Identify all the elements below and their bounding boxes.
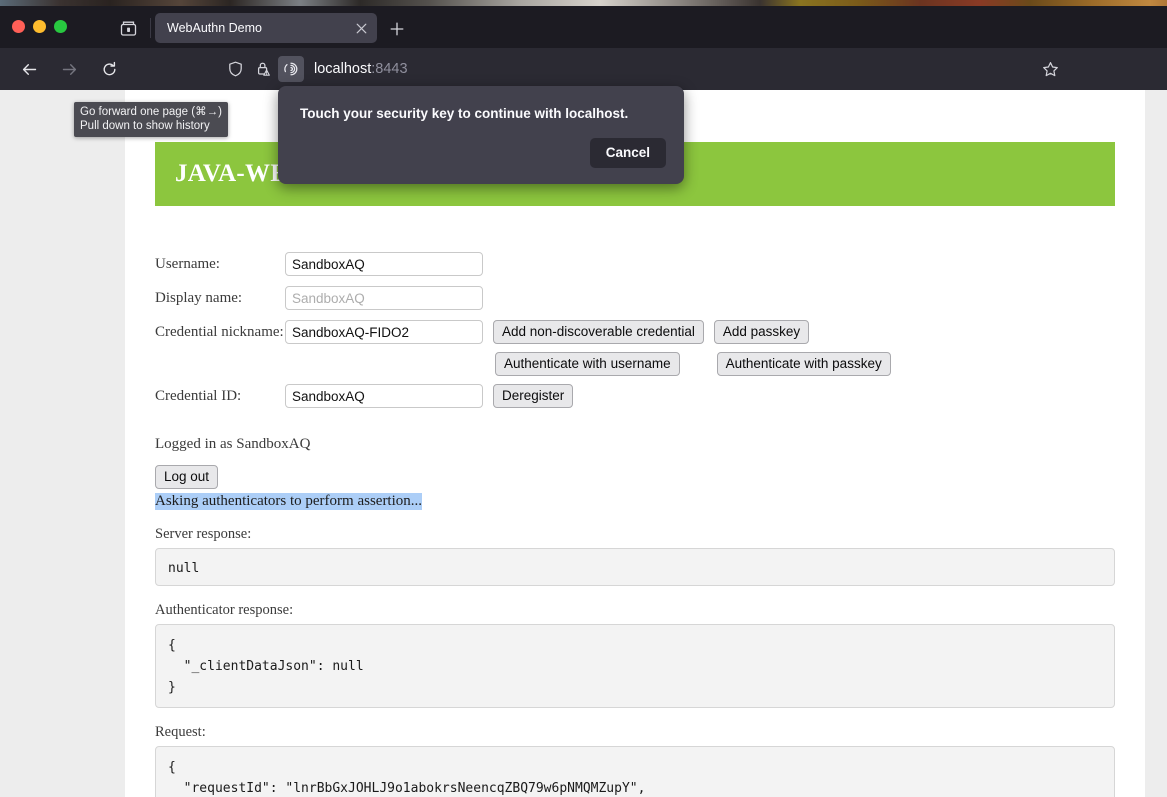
tooltip-line-2: Pull down to show history — [80, 120, 210, 132]
close-icon[interactable] — [351, 18, 371, 38]
star-icon — [1042, 61, 1059, 78]
username-input[interactable] — [285, 252, 483, 276]
reload-button[interactable] — [94, 54, 124, 84]
add-passkey-button[interactable]: Add passkey — [713, 320, 810, 344]
username-label: Username: — [155, 255, 220, 272]
firefox-view-icon — [120, 20, 137, 37]
credential-id-label: Credential ID: — [155, 387, 242, 404]
shield-icon[interactable] — [222, 56, 248, 82]
request-label: Request: — [155, 724, 206, 740]
fingerprint-icon[interactable] — [278, 56, 304, 82]
authenticate-with-passkey-button[interactable]: Authenticate with passkey — [716, 352, 891, 376]
credential-nickname-label: Credential nickname: — [155, 323, 284, 340]
display-name-label: Display name: — [155, 289, 243, 306]
status-message: Asking authenticators to perform asserti… — [155, 493, 423, 510]
window-traffic-lights — [12, 20, 67, 33]
add-non-discoverable-credential-button[interactable]: Add non-discoverable credential — [493, 320, 704, 344]
form-row-display-name: Display name: — [155, 284, 1115, 312]
url-bar[interactable]: localhost:8443 — [222, 54, 922, 84]
tab-webauthn-demo[interactable]: WebAuthn Demo — [155, 13, 377, 43]
bookmark-star-button[interactable] — [1037, 56, 1063, 82]
window-maximize-button[interactable] — [54, 20, 67, 33]
tab-strip: WebAuthn Demo — [0, 6, 1167, 48]
window-close-button[interactable] — [12, 20, 25, 33]
credential-form: Username: Display name: Credential nickn… — [155, 250, 1115, 797]
tab-title: WebAuthn Demo — [167, 21, 262, 35]
authenticator-response-box: { "_clientDataJson": null } — [155, 624, 1115, 708]
page-content: JAVA-WEBAUTHN-SERVER Username: Display n… — [125, 90, 1145, 797]
firefox-view-button[interactable] — [113, 15, 143, 41]
url-port: :8443 — [371, 61, 408, 77]
page-viewport: JAVA-WEBAUTHN-SERVER Username: Display n… — [0, 90, 1167, 797]
form-row-credential-id: Credential ID: Deregister — [155, 382, 1115, 410]
tab-divider — [150, 18, 151, 38]
forward-button-tooltip: Go forward one page (⌘→) Pull down to sh… — [74, 102, 228, 137]
webauthn-dialog-message: Touch your security key to continue with… — [300, 106, 629, 121]
form-row-username: Username: — [155, 250, 1115, 278]
display-name-input[interactable] — [285, 286, 483, 310]
webauthn-security-key-dialog: Touch your security key to continue with… — [278, 86, 684, 184]
url-text: localhost:8443 — [314, 61, 408, 77]
credential-id-input[interactable] — [285, 384, 483, 408]
authenticate-button-row: Authenticate with username Authenticate … — [489, 352, 1115, 376]
navigation-toolbar: localhost:8443 — [0, 48, 1167, 90]
plus-icon — [390, 22, 404, 36]
log-out-button[interactable]: Log out — [155, 465, 219, 489]
logged-in-status: Logged in as SandboxAQ — [155, 436, 311, 452]
reload-icon — [101, 61, 118, 78]
arrow-left-icon — [21, 61, 38, 78]
new-tab-button[interactable] — [385, 18, 409, 40]
cancel-button[interactable]: Cancel — [589, 138, 666, 168]
url-host: localhost — [314, 61, 372, 77]
tooltip-line-1: Go forward one page (⌘→) — [80, 106, 222, 118]
deregister-button[interactable]: Deregister — [493, 384, 574, 408]
browser-window: WebAuthn Demo localhost:8443 Username: S… — [0, 6, 1167, 797]
forward-button[interactable] — [54, 54, 84, 84]
arrow-right-icon — [61, 61, 78, 78]
request-box: { "requestId": "lnrBbGxJOHLJ9o1abokrsNee… — [155, 746, 1115, 797]
back-button[interactable] — [14, 54, 44, 84]
server-response-label: Server response: — [155, 526, 252, 542]
authenticate-with-username-button[interactable]: Authenticate with username — [495, 352, 680, 376]
server-response-box: null — [155, 548, 1115, 586]
window-minimize-button[interactable] — [33, 20, 46, 33]
form-row-credential-nickname: Credential nickname: Add non-discoverabl… — [155, 318, 1115, 346]
authenticator-response-label: Authenticator response: — [155, 602, 294, 618]
lock-warning-icon[interactable] — [250, 56, 276, 82]
credential-nickname-input[interactable] — [285, 320, 483, 344]
